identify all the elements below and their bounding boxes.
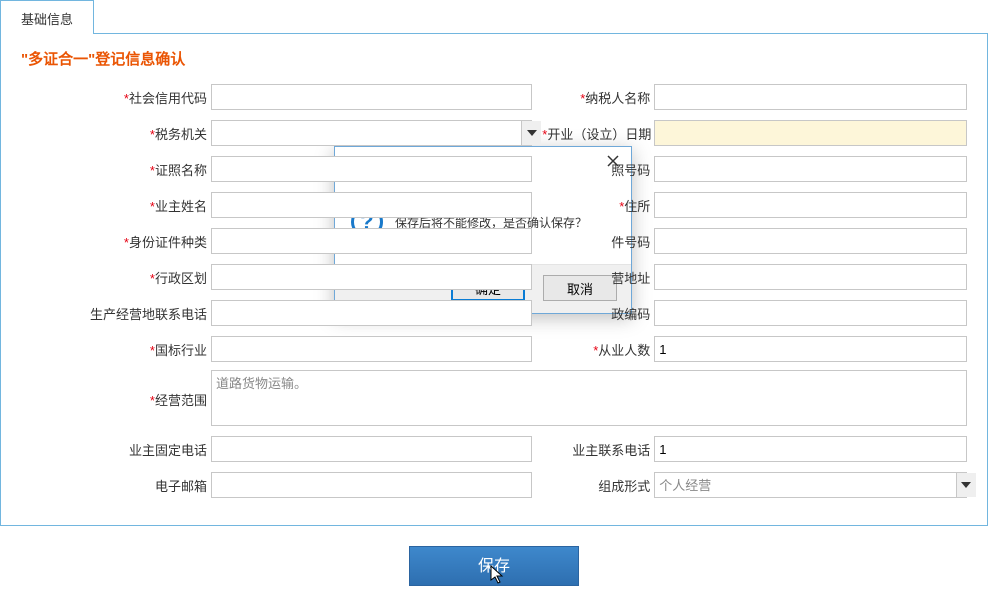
- label-id-type: 身份证件种类: [129, 235, 207, 250]
- label-social-credit: 社会信用代码: [129, 91, 207, 106]
- input-id-type[interactable]: [211, 228, 532, 254]
- select-tax-authority[interactable]: [211, 120, 532, 146]
- label-org-form: 组成形式: [598, 479, 650, 494]
- input-taxpayer-name[interactable]: [654, 84, 967, 110]
- label-open-date: 开业（设立）日期: [547, 127, 651, 142]
- input-biz-addr[interactable]: [654, 264, 967, 290]
- label-id-no: 件号码: [611, 235, 650, 250]
- label-owner-fixed-phone: 业主固定电话: [129, 443, 207, 458]
- save-button[interactable]: 保存: [409, 546, 579, 586]
- input-admin-div[interactable]: [211, 264, 532, 290]
- input-postcode[interactable]: [654, 300, 967, 326]
- input-license-name[interactable]: [211, 156, 532, 182]
- tab-basic-info[interactable]: 基础信息: [0, 0, 94, 34]
- input-owner-fixed-phone[interactable]: [211, 436, 532, 462]
- input-open-date[interactable]: [654, 120, 967, 146]
- input-owner-contact-phone[interactable]: [654, 436, 967, 462]
- input-address[interactable]: [654, 192, 967, 218]
- input-employees[interactable]: [654, 336, 967, 362]
- label-postcode: 政编码: [611, 307, 650, 322]
- label-owner-name: 业主姓名: [155, 199, 207, 214]
- label-owner-contact-phone: 业主联系电话: [572, 443, 650, 458]
- tab-label: 基础信息: [21, 12, 73, 27]
- label-scope: 经营范围: [155, 393, 207, 408]
- select-org-form[interactable]: 个人经营: [654, 472, 967, 498]
- input-license-no[interactable]: [654, 156, 967, 182]
- save-button-label: 保存: [478, 558, 510, 575]
- label-address: 住所: [624, 199, 650, 214]
- label-biz-addr: 营地址: [611, 271, 650, 286]
- label-biz-phone: 生产经营地联系电话: [90, 307, 207, 322]
- input-industry[interactable]: [211, 336, 532, 362]
- label-tax-authority: 税务机关: [155, 127, 207, 142]
- label-email: 电子邮箱: [155, 479, 207, 494]
- input-owner-name[interactable]: [211, 192, 532, 218]
- label-admin-div: 行政区划: [155, 271, 207, 286]
- label-license-name: 证照名称: [155, 163, 207, 178]
- label-employees: 从业人数: [598, 343, 650, 358]
- label-industry: 国标行业: [155, 343, 207, 358]
- textarea-scope[interactable]: [211, 370, 967, 426]
- label-taxpayer-name: 纳税人名称: [585, 91, 650, 106]
- label-license-no: 照号码: [611, 163, 650, 178]
- input-email[interactable]: [211, 472, 532, 498]
- section-title: "多证合一"登记信息确认: [21, 48, 977, 69]
- input-biz-phone[interactable]: [211, 300, 532, 326]
- input-social-credit[interactable]: [211, 84, 532, 110]
- input-id-no[interactable]: [654, 228, 967, 254]
